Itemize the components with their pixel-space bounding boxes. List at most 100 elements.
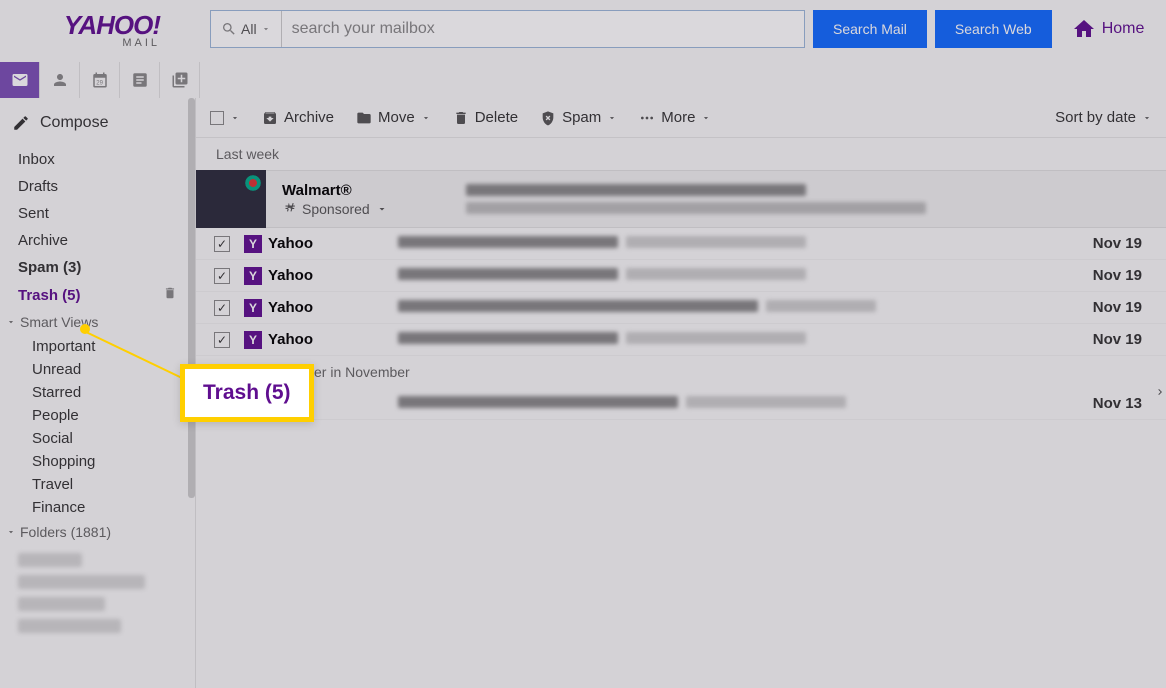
- search-mail-button[interactable]: Search Mail: [813, 10, 927, 48]
- search-scope-dropdown[interactable]: All: [211, 11, 282, 47]
- home-icon: [1072, 17, 1096, 41]
- chevron-down-icon: [230, 113, 240, 123]
- row-subject: [398, 395, 1076, 412]
- empty-trash-icon[interactable]: [163, 286, 177, 304]
- app-switcher: 29: [0, 62, 1166, 98]
- section-earlier: Earlier in November: [196, 356, 1166, 388]
- expand-pane-button[interactable]: [1154, 385, 1166, 401]
- chevron-down-icon: [1142, 113, 1152, 123]
- row-checkbox[interactable]: ✓: [214, 268, 230, 284]
- folder-sent[interactable]: Sent: [0, 200, 195, 227]
- yahoo-badge-icon: Y: [244, 267, 262, 285]
- archive-button[interactable]: Archive: [262, 109, 334, 126]
- mail-row[interactable]: ✓ Y Yahoo Nov 19: [196, 228, 1166, 260]
- row-checkbox[interactable]: ✓: [214, 300, 230, 316]
- sv-social[interactable]: Social: [0, 427, 195, 450]
- sv-finance[interactable]: Finance: [0, 496, 195, 519]
- search-input[interactable]: [282, 20, 804, 38]
- header: YAHOO! MAIL All Search Mail Search Web H…: [0, 0, 1166, 58]
- search-web-button[interactable]: Search Web: [935, 10, 1052, 48]
- ad-sponsored-label[interactable]: Sponsored: [282, 201, 450, 217]
- chevron-down-icon: [376, 203, 388, 215]
- move-button[interactable]: Move: [356, 109, 431, 126]
- sponsored-icon: [282, 202, 296, 216]
- yahoo-mail-logo[interactable]: YAHOO! MAIL: [20, 10, 160, 49]
- chevron-down-icon: [607, 113, 617, 123]
- mail-row[interactable]: Flickr Nov 13: [196, 388, 1166, 420]
- home-link[interactable]: Home: [1072, 17, 1145, 41]
- sv-travel[interactable]: Travel: [0, 473, 195, 496]
- svg-text:29: 29: [96, 81, 103, 87]
- search-box: All: [210, 10, 805, 48]
- section-last-week: Last week: [196, 138, 1166, 170]
- sidebar: Compose Inbox Drafts Sent Archive Spam (…: [0, 98, 195, 688]
- mail-row[interactable]: ✓ Y Yahoo Nov 19: [196, 324, 1166, 356]
- sv-unread[interactable]: Unread: [0, 358, 195, 381]
- chevron-down-icon: [701, 113, 711, 123]
- main: Compose Inbox Drafts Sent Archive Spam (…: [0, 98, 1166, 688]
- mail-row[interactable]: ✓ Y Yahoo Nov 19: [196, 292, 1166, 324]
- row-subject: [398, 299, 1076, 316]
- row-checkbox[interactable]: ✓: [214, 236, 230, 252]
- archive-icon: [262, 110, 278, 126]
- row-checkbox[interactable]: ✓: [214, 332, 230, 348]
- folder-spam[interactable]: Spam (3): [0, 254, 195, 281]
- more-dots-icon: [639, 110, 655, 126]
- folder-archive[interactable]: Archive: [0, 227, 195, 254]
- ad-thumbnail: [196, 170, 266, 228]
- smart-views-list: Important Unread Starred People Social S…: [0, 335, 195, 519]
- more-button[interactable]: More: [639, 109, 711, 126]
- mail-row[interactable]: ✓ Y Yahoo Nov 19: [196, 260, 1166, 292]
- chevron-down-icon: [261, 24, 271, 34]
- row-subject: [398, 235, 1076, 252]
- search-icon: [221, 21, 237, 37]
- contacts-app-icon[interactable]: [40, 62, 80, 98]
- folder-inbox[interactable]: Inbox: [0, 146, 195, 173]
- yahoo-badge-icon: Y: [244, 331, 262, 349]
- sv-shopping[interactable]: Shopping: [0, 450, 195, 473]
- pencil-icon: [12, 114, 30, 132]
- row-subject: [398, 331, 1076, 348]
- search-area: All Search Mail Search Web: [210, 10, 1052, 48]
- row-sender: Yahoo: [268, 267, 398, 284]
- toolbar: Archive Move Delete Spam More: [196, 98, 1166, 138]
- redacted-folders: [18, 553, 177, 633]
- spam-button[interactable]: Spam: [540, 109, 617, 126]
- mail-app-icon[interactable]: [0, 62, 40, 98]
- row-subject: [398, 267, 1076, 284]
- sponsored-ad[interactable]: Walmart® Sponsored: [196, 170, 1166, 228]
- message-pane: Archive Move Delete Spam More: [195, 98, 1166, 688]
- callout-dot: [80, 324, 90, 334]
- callout-box: Trash (5): [180, 364, 314, 422]
- row-date: Nov 19: [1076, 331, 1156, 348]
- sort-button[interactable]: Sort by date: [1055, 109, 1152, 126]
- chevron-down-icon: [6, 317, 16, 327]
- folder-move-icon: [356, 110, 372, 126]
- row-date: Nov 19: [1076, 235, 1156, 252]
- sv-important[interactable]: Important: [0, 335, 195, 358]
- sv-starred[interactable]: Starred: [0, 381, 195, 404]
- folder-drafts[interactable]: Drafts: [0, 173, 195, 200]
- news-app-icon[interactable]: [160, 62, 200, 98]
- folder-list: Inbox Drafts Sent Archive Spam (3) Trash…: [0, 146, 195, 309]
- notepad-app-icon[interactable]: [120, 62, 160, 98]
- sidebar-scrollbar[interactable]: [188, 98, 195, 498]
- calendar-app-icon[interactable]: 29: [80, 62, 120, 98]
- yahoo-badge-icon: Y: [244, 299, 262, 317]
- select-all-checkbox[interactable]: [210, 111, 240, 125]
- row-sender: Yahoo: [268, 235, 398, 252]
- chevron-down-icon: [421, 113, 431, 123]
- row-date: Nov 19: [1076, 299, 1156, 316]
- delete-button[interactable]: Delete: [453, 109, 518, 126]
- sv-people[interactable]: People: [0, 404, 195, 427]
- folder-trash[interactable]: Trash (5): [0, 281, 195, 309]
- compose-button[interactable]: Compose: [0, 106, 195, 140]
- row-sender: Yahoo: [268, 299, 398, 316]
- chevron-down-icon: [6, 527, 16, 537]
- folders-section-header[interactable]: Folders (1881): [0, 519, 195, 545]
- smart-views-header[interactable]: Smart Views: [0, 309, 195, 335]
- spam-shield-icon: [540, 110, 556, 126]
- row-sender: Yahoo: [268, 331, 398, 348]
- ad-advertiser: Walmart®: [282, 182, 450, 199]
- trash-icon: [453, 110, 469, 126]
